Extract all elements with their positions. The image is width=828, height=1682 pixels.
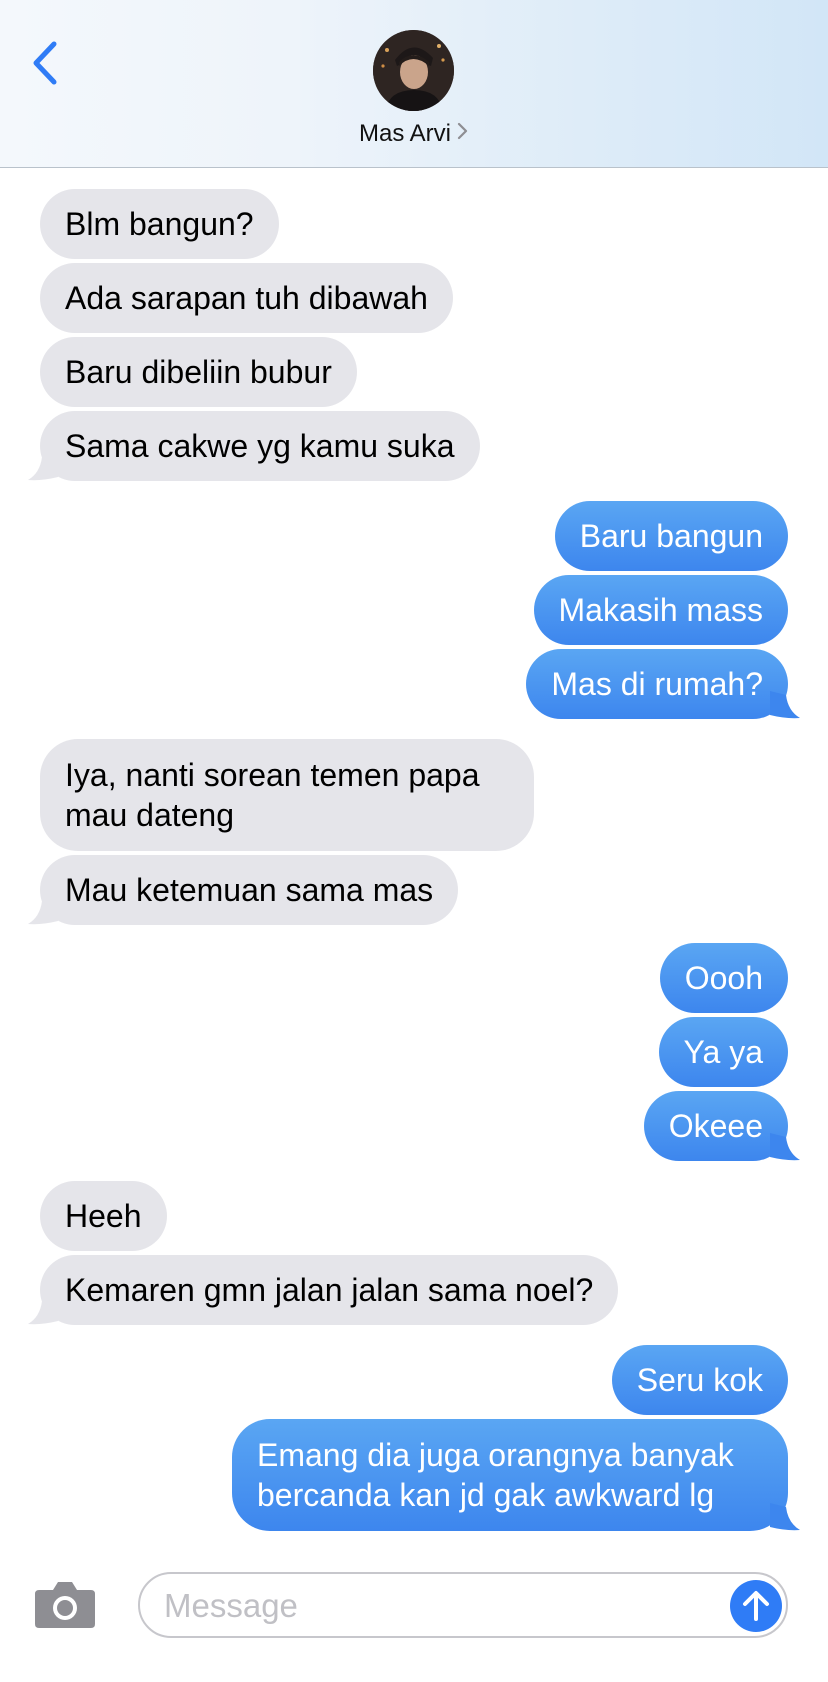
send-button[interactable]	[730, 1580, 782, 1632]
outgoing-message[interactable]: Mas di rumah?	[526, 649, 800, 719]
conversation-header: Mas Arvi	[0, 0, 828, 168]
message-thread: Blm bangun? Ada sarapan tuh dibawah Baru…	[0, 169, 828, 1564]
incoming-message[interactable]: Sama cakwe yg kamu suka	[28, 411, 480, 481]
contact-avatar[interactable]	[373, 30, 454, 111]
message-text: Baru bangun	[579, 518, 763, 554]
outgoing-message[interactable]: Okeee	[643, 1091, 800, 1161]
incoming-message[interactable]: Mau ketemuan sama mas	[28, 855, 459, 925]
bubble-tail	[28, 897, 58, 925]
incoming-message[interactable]: Iya, nanti sorean temen papa mau dateng	[40, 739, 534, 851]
back-button[interactable]	[26, 38, 66, 88]
bubble-tail	[28, 1297, 58, 1325]
incoming-message[interactable]: Blm bangun?	[40, 189, 279, 259]
outgoing-message[interactable]: Ya ya	[658, 1017, 788, 1087]
outgoing-message[interactable]: Baru bangun	[554, 501, 788, 571]
contact-name-button[interactable]: Mas Arvi	[0, 118, 828, 150]
avatar-photo	[373, 30, 454, 111]
bubble-tail	[770, 691, 800, 719]
bubble-tail	[28, 453, 58, 481]
message-field[interactable]	[138, 1572, 788, 1638]
message-input[interactable]	[164, 1584, 704, 1628]
message-text: Sama cakwe yg kamu suka	[65, 428, 455, 464]
outgoing-message[interactable]: Seru kok	[611, 1345, 788, 1415]
message-text: Seru kok	[636, 1362, 763, 1398]
message-text: Makasih mass	[558, 592, 764, 628]
message-text: Blm bangun?	[65, 206, 254, 242]
message-text: Iya, nanti sorean temen papa mau dateng	[65, 757, 480, 833]
bubble-tail	[770, 1133, 800, 1161]
message-text: Heeh	[65, 1198, 142, 1234]
message-text: Ya ya	[683, 1034, 763, 1070]
message-text: Mau ketemuan sama mas	[65, 872, 434, 908]
camera-button[interactable]	[33, 1580, 97, 1630]
incoming-message[interactable]: Heeh	[40, 1181, 167, 1251]
message-text: Ada sarapan tuh dibawah	[65, 280, 428, 316]
camera-icon	[35, 1582, 95, 1628]
outgoing-message[interactable]: Makasih mass	[533, 575, 788, 645]
arrow-up-icon	[743, 1591, 769, 1621]
message-text: Okeee	[668, 1108, 763, 1144]
chevron-left-icon	[33, 41, 57, 85]
chevron-right-icon	[457, 117, 469, 149]
outgoing-message[interactable]: Oooh	[659, 943, 788, 1013]
contact-name: Mas Arvi	[358, 120, 451, 147]
incoming-message[interactable]: Ada sarapan tuh dibawah	[40, 263, 453, 333]
bubble-tail	[770, 1503, 800, 1531]
incoming-message[interactable]: Baru dibeliin bubur	[40, 337, 357, 407]
message-text: Oooh	[684, 960, 763, 996]
message-text: Mas di rumah?	[551, 666, 763, 702]
message-text: Kemaren gmn jalan jalan sama noel?	[65, 1272, 594, 1308]
incoming-message[interactable]: Kemaren gmn jalan jalan sama noel?	[28, 1255, 619, 1325]
outgoing-message[interactable]: Emang dia juga orangnya banyak bercanda …	[232, 1419, 800, 1531]
message-text: Emang dia juga orangnya banyak bercanda …	[257, 1437, 734, 1513]
message-text: Baru dibeliin bubur	[65, 354, 332, 390]
